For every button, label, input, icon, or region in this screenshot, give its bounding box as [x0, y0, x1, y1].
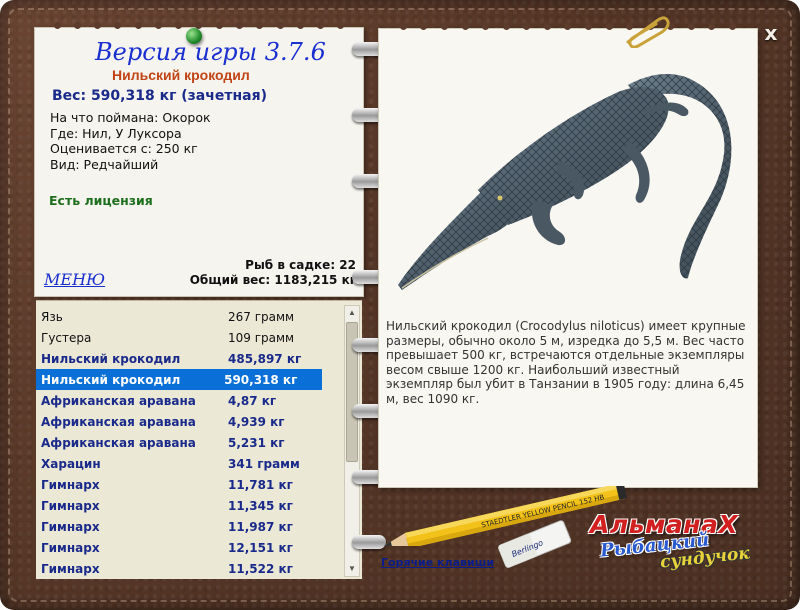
row-fish-weight: 5,231 кг — [228, 435, 285, 450]
table-row[interactable]: Гимнарх 11,987 кг — [36, 516, 344, 537]
version-number: 3.7.6 — [264, 38, 326, 66]
menu-link[interactable]: МЕНЮ — [44, 270, 105, 289]
rarity-line: Вид: Редчайший — [50, 156, 159, 172]
row-fish-weight: 11,987 кг — [228, 519, 293, 534]
table-row[interactable]: Африканская аравана 4,87 кг — [36, 390, 344, 411]
row-fish-name: Нильский крокодил — [41, 351, 181, 366]
row-fish-name: Гимнарх — [41, 561, 100, 576]
close-button[interactable]: x — [760, 22, 782, 44]
row-fish-weight: 109 грамм — [228, 330, 295, 345]
page-perforation — [379, 23, 757, 33]
row-fish-weight: 267 грамм — [228, 309, 295, 324]
rating-line: Оценивается с: 250 кг — [50, 141, 198, 156]
row-fish-weight: 590,318 кг — [224, 372, 298, 387]
row-fish-name: Густера — [41, 330, 92, 345]
fish-name-title: Нильский крокодил — [112, 67, 250, 83]
row-fish-name: Гимнарх — [41, 519, 100, 534]
table-row[interactable]: Гимнарх 12,151 кг — [36, 537, 344, 558]
row-fish-weight: 4,939 кг — [228, 414, 285, 429]
license-status: Есть лицензия — [49, 193, 153, 208]
row-fish-weight: 11,345 кг — [228, 498, 293, 513]
row-fish-name: Харацин — [41, 456, 101, 471]
fish-count: Рыб в садке: 22 — [245, 258, 356, 272]
catch-list-rows: Язь 267 грамм Густера 109 грамм Нильский кро… — [36, 306, 344, 579]
catch-list: Язь 267 грамм Густера 109 грамм Нильский кро… — [36, 300, 362, 579]
row-fish-weight: 341 грамм — [228, 456, 300, 471]
row-fish-weight: 12,151 кг — [228, 540, 293, 555]
hotkeys-link[interactable]: Горячие клавиши — [381, 556, 494, 569]
table-row[interactable]: Густера 109 грамм — [36, 327, 344, 348]
eraser-icon: Berlingo — [498, 520, 572, 568]
row-fish-name: Африканская аравана — [41, 435, 196, 450]
game-version-title: Версия игры 3.7.6 — [95, 38, 326, 66]
table-row[interactable]: Нильский крокодил 590,318 кг — [36, 369, 322, 390]
fish-weight: Вес: 590,318 кг (зачетная) — [52, 88, 267, 104]
table-row[interactable]: Африканская аравана 5,231 кг — [36, 432, 344, 453]
total-weight: Общий вес: 1183,215 кг — [189, 273, 356, 287]
version-prefix: Версия игры — [95, 38, 258, 66]
bait-line: На что поймана: Окорок — [50, 110, 211, 125]
row-fish-name: Африканская аравана — [41, 393, 196, 408]
row-fish-name: Нильский крокодил — [41, 372, 181, 387]
table-row[interactable]: Гимнарх 11,522 кг — [36, 558, 344, 579]
row-fish-name: Африканская аравана — [41, 414, 196, 429]
table-row[interactable]: Нильский крокодил 485,897 кг — [36, 348, 344, 369]
crocodile-image — [398, 74, 732, 290]
keepnet-stats: Рыб в садке: 22 Общий вес: 1183,215 кг — [190, 258, 356, 288]
row-fish-name: Язь — [41, 309, 63, 324]
fish-description: Нильский крокодил (Crocodylus niloticus)… — [386, 319, 746, 406]
row-fish-name: Гимнарх — [41, 498, 100, 513]
table-row[interactable]: Гимнарх 11,345 кг — [36, 495, 344, 516]
table-row[interactable]: Африканская аравана 4,939 кг — [36, 411, 344, 432]
row-fish-weight: 4,87 кг — [228, 393, 277, 408]
row-fish-weight: 11,781 кг — [228, 477, 293, 492]
row-fish-name: Гимнарх — [41, 477, 100, 492]
location-line: Где: Нил, У Луксора — [50, 125, 182, 141]
row-fish-weight: 485,897 кг — [228, 351, 302, 366]
table-row[interactable]: Харацин 341 грамм — [36, 453, 344, 474]
row-fish-weight: 11,522 кг — [228, 561, 293, 576]
table-row[interactable]: Язь 267 грамм — [36, 306, 344, 327]
row-fish-name: Гимнарх — [41, 540, 100, 555]
fish-details: На что поймана: Окорок Где: Нил, У Луксо… — [50, 110, 350, 172]
table-row[interactable]: Гимнарх 11,781 кг — [36, 474, 344, 495]
